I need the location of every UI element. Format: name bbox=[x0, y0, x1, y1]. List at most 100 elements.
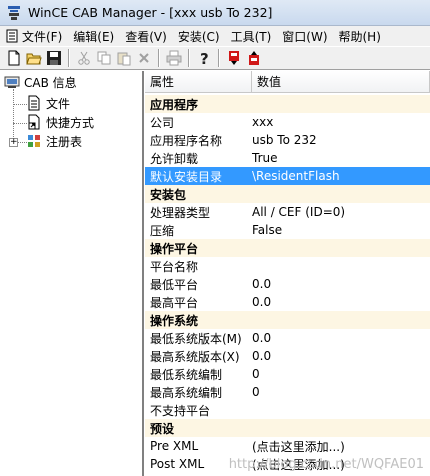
menu-install[interactable]: 安装(C) bbox=[173, 26, 226, 46]
property-value: 0.0 bbox=[252, 295, 272, 309]
expand-toggle[interactable]: + bbox=[9, 138, 18, 147]
tree-item-label: CAB 信息 bbox=[24, 75, 77, 90]
help-icon: ? bbox=[200, 50, 209, 66]
property-row[interactable]: 允许卸载 True bbox=[145, 149, 430, 167]
property-row[interactable]: 处理器类型 All / CEF (ID=0) bbox=[145, 203, 430, 221]
section-header: 安装包 bbox=[145, 185, 430, 203]
menu-tools-label: 工具(T) bbox=[230, 29, 272, 44]
property-value: 0.0 bbox=[252, 349, 272, 363]
shortcut-icon bbox=[28, 114, 40, 130]
property-name: 应用程序名称 bbox=[150, 133, 223, 148]
property-name: 最低系统版本(M) bbox=[150, 331, 242, 346]
property-value: False bbox=[252, 223, 283, 237]
property-row[interactable]: 公司 xxx bbox=[145, 113, 430, 131]
save-button[interactable] bbox=[44, 48, 64, 68]
property-row[interactable]: 应用程序名称 usb To 232 bbox=[145, 131, 430, 149]
tree-item-registry[interactable]: 注册表 bbox=[26, 132, 82, 150]
menu-view[interactable]: 查看(V) bbox=[120, 26, 173, 46]
toolbar-separator bbox=[158, 49, 160, 67]
property-value: \ResidentFlash bbox=[252, 169, 340, 183]
delete-button[interactable] bbox=[134, 48, 154, 68]
property-name: 最低平台 bbox=[150, 277, 199, 292]
property-name: 最高平台 bbox=[150, 295, 199, 310]
save-icon bbox=[47, 51, 61, 65]
watermark: http://blog.csdn.net/WQFAE01 bbox=[228, 457, 424, 472]
property-row[interactable]: Pre XML (点击这里添加...) bbox=[145, 437, 430, 455]
section-header: 操作平台 bbox=[145, 239, 430, 257]
property-name: 最高系统版本(X) bbox=[150, 349, 240, 364]
property-row[interactable]: 平台名称 bbox=[145, 257, 430, 275]
install-button[interactable] bbox=[224, 48, 244, 68]
cut-button[interactable] bbox=[74, 48, 94, 68]
grid-header: 属性 数值 bbox=[145, 71, 430, 93]
cut-icon bbox=[78, 51, 90, 65]
property-row[interactable]: 压缩 False bbox=[145, 221, 430, 239]
column-header-property[interactable]: 属性 bbox=[145, 71, 252, 93]
toolbar-separator bbox=[68, 49, 70, 67]
property-value: usb To 232 bbox=[252, 133, 317, 147]
property-value: All / CEF (ID=0) bbox=[252, 205, 346, 219]
open-button[interactable] bbox=[24, 48, 44, 68]
window-title: WinCE CAB Manager - [xxx usb To 232] bbox=[28, 5, 273, 20]
menu-tools[interactable]: 工具(T) bbox=[226, 26, 278, 46]
new-icon bbox=[8, 50, 20, 66]
menu-edit[interactable]: 编辑(E) bbox=[68, 26, 120, 46]
property-row[interactable]: 不支持平台 bbox=[145, 401, 430, 419]
property-name: 公司 bbox=[150, 115, 175, 130]
property-value: 0.0 bbox=[252, 331, 272, 345]
property-value: 0 bbox=[252, 367, 260, 381]
tree-item-shortcuts[interactable]: 快捷方式 bbox=[26, 113, 94, 131]
column-header-value[interactable]: 数值 bbox=[252, 71, 430, 93]
property-row[interactable]: 最低系统版本(M) 0.0 bbox=[145, 329, 430, 347]
toolbar-separator bbox=[188, 49, 190, 67]
menu-file[interactable]: 文件(F) bbox=[0, 26, 68, 46]
property-value: True bbox=[252, 151, 278, 165]
app-icon bbox=[8, 5, 20, 20]
paste-button[interactable] bbox=[114, 48, 134, 68]
property-value: xxx bbox=[252, 115, 274, 129]
uninstall-red-icon bbox=[249, 51, 259, 65]
property-name: 允许卸载 bbox=[150, 151, 199, 166]
toolbar: ? bbox=[0, 46, 430, 70]
print-button[interactable] bbox=[164, 48, 184, 68]
paste-icon bbox=[117, 52, 131, 66]
tree-item-files[interactable]: 文件 bbox=[26, 94, 70, 112]
property-name: 处理器类型 bbox=[150, 205, 211, 220]
new-button[interactable] bbox=[4, 48, 24, 68]
doc-icon bbox=[6, 29, 18, 43]
menu-view-label: 查看(V) bbox=[125, 29, 167, 44]
property-grid: 属性 数值 应用程序 公司 xxx 应用程序名称 usb To 232 允许卸载 Tr… bbox=[145, 71, 430, 476]
menu-help[interactable]: 帮助(H) bbox=[334, 26, 387, 46]
copy-button[interactable] bbox=[94, 48, 114, 68]
file-icon bbox=[28, 95, 40, 111]
cab-info-icon bbox=[4, 76, 20, 88]
tree-item-label: 快捷方式 bbox=[46, 115, 95, 130]
property-row[interactable]: 最高系统编制 0 bbox=[145, 383, 430, 401]
tree-pane: CAB 信息 文件 快捷方式 + 注册表 bbox=[0, 71, 144, 476]
section-header: 操作系统 bbox=[145, 311, 430, 329]
menu-install-label: 安装(C) bbox=[177, 29, 220, 44]
property-value: (点击这里添加...) bbox=[252, 439, 345, 454]
delete-icon bbox=[139, 53, 149, 63]
uninstall-button[interactable] bbox=[244, 48, 264, 68]
title-bar: WinCE CAB Manager - [xxx usb To 232] bbox=[0, 0, 430, 26]
property-row-selected[interactable]: 默认安装目录 \ResidentFlash bbox=[145, 167, 430, 185]
property-name: 不支持平台 bbox=[150, 403, 211, 418]
property-name: 平台名称 bbox=[150, 259, 199, 274]
tree-item-cab-info[interactable]: CAB 信息 bbox=[4, 73, 77, 91]
help-button[interactable]: ? bbox=[194, 48, 214, 68]
property-row[interactable]: 最低系统编制 0 bbox=[145, 365, 430, 383]
print-icon bbox=[166, 50, 182, 66]
property-name: 压缩 bbox=[150, 223, 175, 238]
tree-item-label: 文件 bbox=[46, 96, 71, 111]
property-row[interactable]: 最高系统版本(X) 0.0 bbox=[145, 347, 430, 365]
property-row[interactable]: 最高平台 0.0 bbox=[145, 293, 430, 311]
registry-icon bbox=[28, 135, 40, 147]
section-header: 预设 bbox=[145, 419, 430, 437]
menu-window-label: 窗口(W) bbox=[282, 29, 328, 44]
menu-window[interactable]: 窗口(W) bbox=[277, 26, 333, 46]
property-value: 0 bbox=[252, 385, 260, 399]
property-row[interactable]: 最低平台 0.0 bbox=[145, 275, 430, 293]
open-icon bbox=[26, 53, 42, 65]
property-name: Pre XML bbox=[150, 439, 199, 453]
